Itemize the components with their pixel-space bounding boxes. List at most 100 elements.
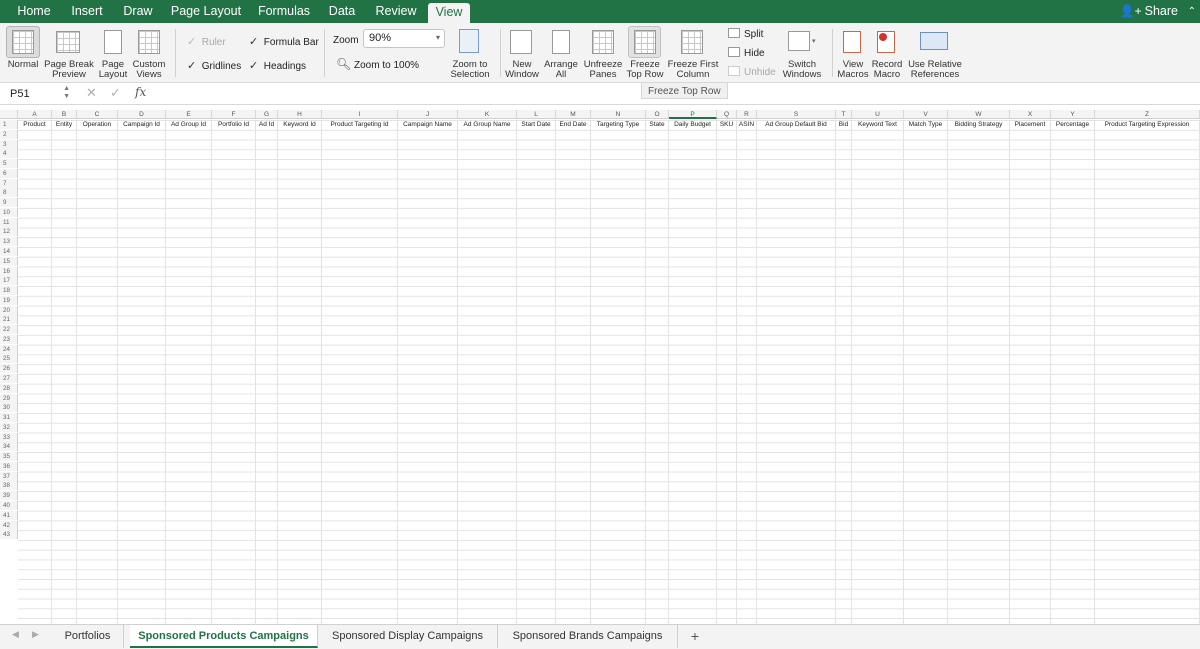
row-header[interactable]: 5 [0, 159, 18, 169]
header-cell[interactable]: Campaign Name [398, 120, 458, 129]
worksheet-grid[interactable]: A Product B Entity C Operation D Campaign Id E Ad… [0, 110, 1200, 624]
row-header[interactable]: 11 [0, 217, 18, 227]
row-header[interactable]: 30 [0, 403, 18, 413]
header-cell[interactable]: Ad Group Default Bid [757, 120, 836, 129]
row-header[interactable]: 42 [0, 520, 18, 530]
column-header-f[interactable]: F [212, 110, 256, 119]
name-box[interactable]: P51 ▲ ▼ [4, 85, 72, 103]
column-header-z[interactable]: Z [1095, 110, 1200, 119]
row-header[interactable]: 3 [0, 139, 18, 149]
row-header[interactable]: 16 [0, 266, 18, 276]
row-header[interactable]: 2 [0, 129, 18, 139]
column-header-m[interactable]: M [556, 110, 591, 119]
sheet-tab[interactable]: Sponsored Products Campaigns [130, 625, 318, 648]
row-header[interactable]: 33 [0, 432, 18, 442]
row-header[interactable]: 1 [0, 120, 18, 129]
zoom-select[interactable]: 90% ▾ [363, 29, 445, 48]
header-cell[interactable]: Start Date [517, 120, 556, 129]
column-header-r[interactable]: R [737, 110, 757, 119]
header-cell[interactable]: SKU [717, 120, 737, 129]
column-header-a[interactable]: A [18, 110, 52, 119]
ribbon-tab-draw[interactable]: Draw [116, 0, 160, 23]
row-header[interactable]: 24 [0, 344, 18, 354]
header-cell[interactable]: ASIN [737, 120, 757, 129]
record-macro-button[interactable]: Record Macro [870, 60, 904, 80]
column-header-i[interactable]: I [322, 110, 398, 119]
column-header-h[interactable]: H [278, 110, 322, 119]
sheet-tab[interactable]: Sponsored Display Campaigns [318, 625, 498, 648]
prev-sheet-icon[interactable]: ◀ [12, 629, 19, 640]
row-header[interactable]: 9 [0, 198, 18, 208]
header-cell[interactable]: Match Type [904, 120, 948, 129]
row-header[interactable]: 4 [0, 149, 18, 159]
header-cell[interactable]: Targeting Type [591, 120, 646, 129]
column-header-l[interactable]: L [517, 110, 556, 119]
enter-check-icon[interactable]: ✓ [110, 85, 121, 101]
column-header-d[interactable]: D [118, 110, 166, 119]
headings-checkbox[interactable]: ✓ Headings [249, 59, 306, 72]
column-header-c[interactable]: C [77, 110, 118, 119]
row-header[interactable]: 41 [0, 510, 18, 520]
row-header[interactable]: 38 [0, 481, 18, 491]
row-header[interactable]: 40 [0, 501, 18, 511]
row-header[interactable]: 8 [0, 188, 18, 198]
column-header-k[interactable]: K [458, 110, 517, 119]
zoom-to-100-button[interactable]: 🔍︎ Zoom to 100% [336, 57, 419, 71]
column-header-e[interactable]: E [166, 110, 212, 119]
column-header-g[interactable]: G [256, 110, 278, 119]
gridlines-checkbox[interactable]: ✓ Gridlines [187, 59, 241, 72]
row-header[interactable]: 12 [0, 227, 18, 237]
row-header[interactable]: 23 [0, 334, 18, 344]
column-header-o[interactable]: O [646, 110, 669, 119]
sheet-tab[interactable]: Sponsored Brands Campaigns [498, 625, 678, 648]
new-window-button[interactable]: New Window [503, 60, 541, 80]
row-header[interactable]: 18 [0, 286, 18, 296]
column-header-x[interactable]: X [1010, 110, 1051, 119]
row-header[interactable]: 34 [0, 442, 18, 452]
normal-view-button[interactable]: Normal [3, 60, 43, 70]
unfreeze-panes-button[interactable]: Unfreeze Panes [582, 60, 624, 80]
column-header-n[interactable]: N [591, 110, 646, 119]
header-cell[interactable]: Placement [1010, 120, 1051, 129]
row-header[interactable]: 14 [0, 247, 18, 256]
row-header[interactable]: 15 [0, 256, 18, 266]
sheet-tab[interactable]: Portfolios [52, 625, 124, 648]
ribbon-tab-home[interactable]: Home [8, 0, 60, 23]
row-header[interactable]: 32 [0, 422, 18, 432]
row-header[interactable]: 10 [0, 207, 18, 217]
column-header-w[interactable]: W [948, 110, 1010, 119]
row-header[interactable]: 35 [0, 452, 18, 462]
row-header[interactable]: 43 [0, 530, 18, 540]
header-cell[interactable]: Keyword Id [278, 120, 322, 129]
ruler-checkbox[interactable]: ✓ Ruler [187, 35, 226, 48]
column-header-b[interactable]: B [52, 110, 77, 119]
freeze-first-column-button[interactable]: Freeze First Column [667, 60, 719, 80]
header-cell[interactable]: Ad Group Name [458, 120, 517, 129]
row-header[interactable]: 13 [0, 237, 18, 247]
row-header[interactable]: 17 [0, 276, 18, 286]
share-button[interactable]: 👤+ Share [1120, 0, 1178, 23]
formula-bar-checkbox[interactable]: ✓ Formula Bar [249, 35, 319, 48]
next-sheet-icon[interactable]: ▶ [32, 629, 39, 640]
row-header[interactable]: 37 [0, 471, 18, 481]
arrange-all-button[interactable]: Arrange All [543, 60, 579, 80]
freeze-top-row-button[interactable]: Freeze Top Row [626, 60, 664, 80]
ribbon-tab-insert[interactable]: Insert [63, 0, 111, 23]
column-header-q[interactable]: Q [717, 110, 737, 119]
row-header[interactable]: 31 [0, 413, 18, 423]
header-cell[interactable]: Product Targeting Id [322, 120, 398, 129]
ribbon-tab-data[interactable]: Data [322, 0, 362, 23]
custom-views-button[interactable]: Custom Views [130, 60, 168, 80]
header-cell[interactable]: Product Targeting Expression [1095, 120, 1200, 129]
column-header-y[interactable]: Y [1051, 110, 1095, 119]
header-cell[interactable]: Keyword Text [852, 120, 904, 129]
header-cell[interactable]: Entity [52, 120, 77, 129]
ribbon-tab-formulas[interactable]: Formulas [252, 0, 316, 23]
row-header[interactable]: 36 [0, 461, 18, 471]
header-cell[interactable]: Ad Id [256, 120, 278, 129]
hide-button[interactable]: Hide [728, 47, 765, 59]
header-cell[interactable]: Portfolio Id [212, 120, 256, 129]
select-all-corner[interactable] [0, 110, 18, 119]
page-break-preview-button[interactable]: Page Break Preview [44, 60, 94, 80]
row-header[interactable]: 25 [0, 354, 18, 364]
